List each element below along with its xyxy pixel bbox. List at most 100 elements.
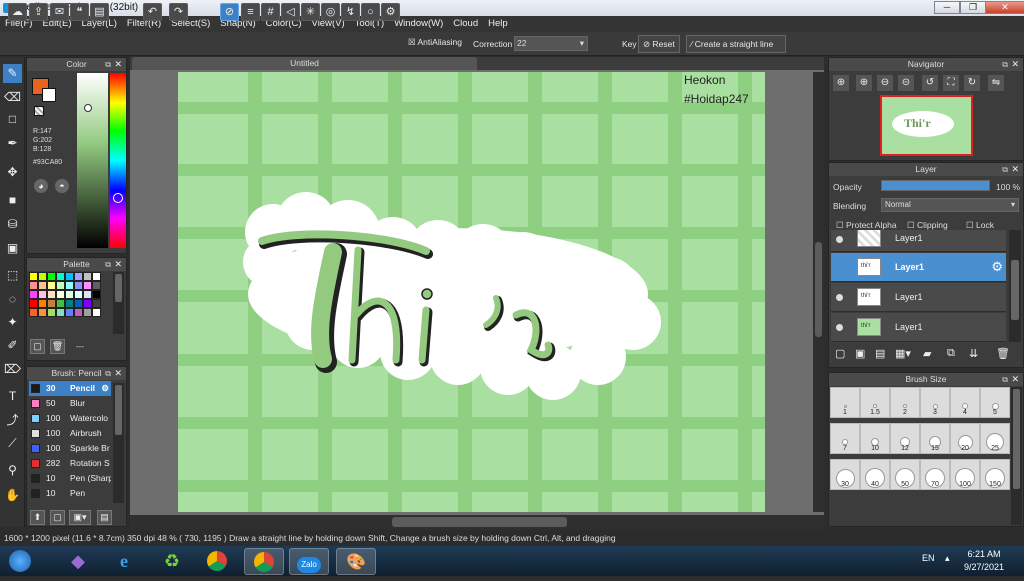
brush-item-selected[interactable]: 30 Pencil ⚙ <box>29 381 111 396</box>
palette-swatch[interactable] <box>92 281 101 290</box>
zoom-in-icon[interactable]: ⊕ <box>856 75 872 91</box>
brush-item[interactable]: 100 Watercolo <box>29 411 111 426</box>
operation-tool-icon[interactable]: ⤴ <box>3 411 22 430</box>
palette-swatch[interactable] <box>47 281 56 290</box>
palette-swatch[interactable] <box>74 308 83 317</box>
layer-settings-icon[interactable]: ⚙ <box>991 259 1003 275</box>
merge-layer-icon[interactable]: ⇊ <box>969 347 978 360</box>
comment-icon[interactable]: ✉ <box>50 3 69 21</box>
close-icon[interactable]: ✕ <box>114 58 122 71</box>
palette-swatch[interactable] <box>47 290 56 299</box>
palette-swatch[interactable] <box>83 308 92 317</box>
layer-row-selected[interactable]: thi'r Layer1 ⚙ <box>831 253 1006 282</box>
layer-row[interactable]: Layer1 <box>831 230 1006 252</box>
brush-size-cell[interactable]: 70 <box>920 459 950 490</box>
palette-swatch[interactable] <box>83 299 92 308</box>
zalo-icon[interactable]: Zalo <box>289 548 329 575</box>
ring-snap-icon[interactable]: ○ <box>361 3 380 21</box>
zoom-out-icon[interactable]: ⊖ <box>877 75 893 91</box>
minimize-button[interactable]: ─ <box>934 1 960 14</box>
layer-row[interactable]: thi'r Layer1 <box>831 283 1006 312</box>
palette-swatch[interactable] <box>29 272 38 281</box>
palette-swatch[interactable] <box>65 290 74 299</box>
close-icon[interactable]: ✕ <box>114 367 122 380</box>
palette-swatch[interactable] <box>29 281 38 290</box>
brush-size-cell[interactable]: 20 <box>950 423 980 454</box>
palette-swatch[interactable] <box>47 308 56 317</box>
palette-swatch[interactable] <box>83 272 92 281</box>
menu-help[interactable]: Help <box>483 16 513 32</box>
text-tool-icon[interactable]: T <box>3 387 22 406</box>
palette-swatch[interactable] <box>65 272 74 281</box>
undock-icon[interactable]: ⧉ <box>105 367 111 380</box>
palette-swatch[interactable] <box>47 272 56 281</box>
move-tool-icon[interactable]: ✥ <box>3 163 22 182</box>
palette-swatch[interactable] <box>47 299 56 308</box>
chrome-active-icon[interactable] <box>244 548 284 575</box>
correction-select[interactable]: 22 ▾ <box>514 36 588 51</box>
close-button[interactable]: ✕ <box>985 1 1024 14</box>
palette-swatch[interactable] <box>38 290 47 299</box>
palette-swatch[interactable] <box>92 308 101 317</box>
document-icon[interactable]: ▤ <box>90 3 109 21</box>
language-indicator[interactable]: EN <box>922 553 935 563</box>
palette-swatch[interactable] <box>38 272 47 281</box>
crisscross-snap-icon[interactable]: # <box>261 3 280 21</box>
sv-cursor[interactable] <box>84 104 92 112</box>
palette-swatch[interactable] <box>56 281 65 290</box>
undock-icon[interactable]: ⧉ <box>105 258 111 271</box>
new-8bit-layer-icon[interactable]: ▤ <box>875 347 885 360</box>
brush-item[interactable]: 10 Pen <box>29 486 111 501</box>
radial-snap-icon[interactable]: ✳ <box>301 3 320 21</box>
palette-scrollbar[interactable] <box>113 272 124 334</box>
chrome-icon[interactable] <box>197 548 237 575</box>
navigator-preview[interactable]: Thi'r <box>880 95 973 156</box>
transparent-color-swatch[interactable] <box>34 106 44 116</box>
eraser-tool-icon[interactable]: ⌫ <box>3 88 22 107</box>
brush-size-cell[interactable]: 3 <box>920 387 950 418</box>
undock-icon[interactable]: ⧉ <box>1002 58 1008 71</box>
palette-swatch[interactable] <box>56 290 65 299</box>
eye-icon[interactable] <box>836 264 843 271</box>
layer-row[interactable]: thi'r Layer1 <box>831 313 1006 342</box>
palette-swatch[interactable] <box>65 308 74 317</box>
document-tab[interactable]: Untitled <box>132 57 477 70</box>
chat-icon[interactable]: ❝ <box>70 3 89 21</box>
undock-icon[interactable]: ⧉ <box>1002 163 1008 176</box>
rectangle-tool-icon[interactable]: □ <box>3 110 22 129</box>
fit-window-icon[interactable]: ⛶ <box>943 75 959 91</box>
clock-date[interactable]: 9/27/2021 <box>960 562 1008 572</box>
palette-swatch[interactable] <box>74 272 83 281</box>
layer-scrollbar[interactable] <box>1009 230 1021 342</box>
palette-swatch[interactable] <box>56 299 65 308</box>
brush-tool-icon[interactable]: ✎ <box>3 64 22 83</box>
palette-swatch[interactable] <box>92 272 101 281</box>
rotate-left-icon[interactable]: ↺ <box>922 75 938 91</box>
menu-cloud[interactable]: Cloud <box>448 16 483 32</box>
hue-cursor[interactable] <box>113 193 123 203</box>
new-layer-icon[interactable]: ▢ <box>835 347 845 360</box>
brush-size-cell[interactable]: 4 <box>950 387 980 418</box>
brush-copy-icon[interactable]: ▤ <box>97 510 112 525</box>
palette-swatch[interactable] <box>29 299 38 308</box>
select-tool-icon[interactable]: ⬚ <box>3 266 22 285</box>
brush-item[interactable]: 100 Sparkle Br <box>29 441 111 456</box>
palette-swatch[interactable] <box>38 281 47 290</box>
brush-size-cell[interactable]: 50 <box>890 459 920 490</box>
brush-item[interactable]: 282 Rotation S <box>29 456 111 471</box>
undock-icon[interactable]: ⧉ <box>105 58 111 71</box>
brush-scrollbar[interactable] <box>113 383 124 503</box>
drawing-canvas[interactable]: Heokon #Hoidap247 <box>178 72 765 512</box>
restore-button[interactable]: ❐ <box>960 1 986 14</box>
curve-snap-icon[interactable]: ↯ <box>341 3 360 21</box>
share-icon[interactable]: ⇪ <box>29 3 48 21</box>
select-eraser-tool-icon[interactable]: ⌦ <box>3 360 22 379</box>
brush-settings-icon[interactable]: ⬆ <box>30 510 45 525</box>
palette-swatch[interactable] <box>38 308 47 317</box>
brush-size-cell[interactable]: 30 <box>830 459 860 490</box>
cloud-icon[interactable]: ☁ <box>8 3 27 21</box>
brush-size-cell[interactable]: 12 <box>890 423 920 454</box>
eyedropper-tool-icon[interactable]: ⚲ <box>3 461 22 480</box>
palette-swatch[interactable] <box>29 290 38 299</box>
palette-swatch[interactable] <box>56 272 65 281</box>
